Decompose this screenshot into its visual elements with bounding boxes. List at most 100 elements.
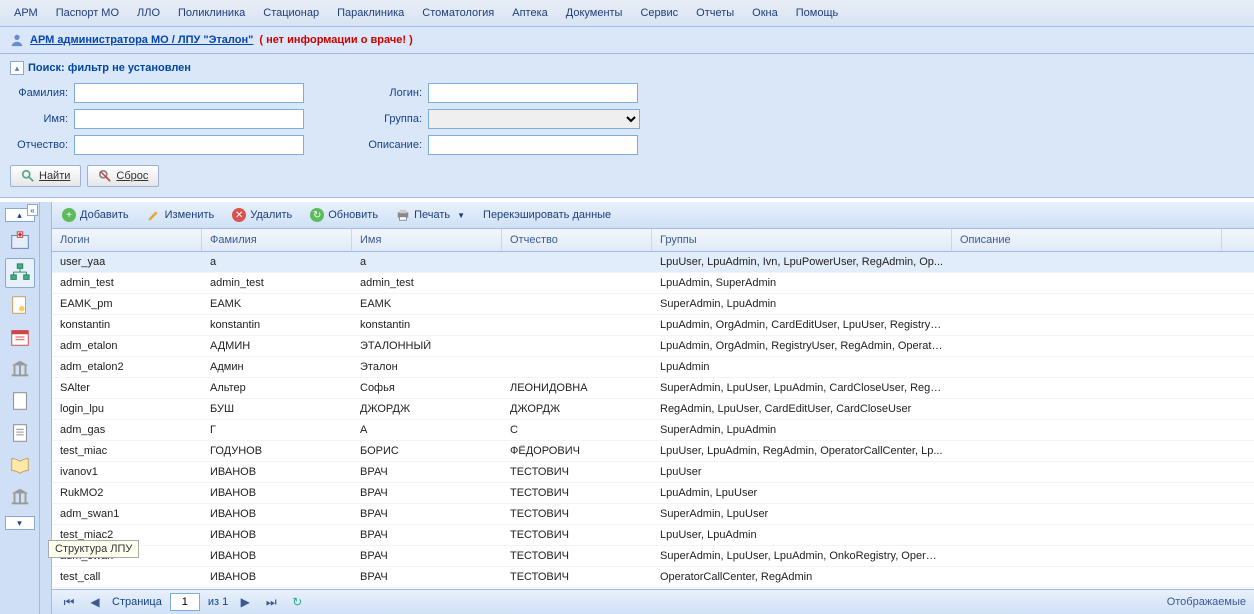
sidebar-bank-icon[interactable] xyxy=(5,354,35,384)
menu-item-7[interactable]: Аптека xyxy=(504,4,556,22)
find-button[interactable]: Найти xyxy=(10,165,81,187)
table-row[interactable]: user_yaaaaLpuUser, LpuAdmin, Ivn, LpuPow… xyxy=(52,252,1254,273)
cell: a xyxy=(202,256,352,268)
col-name[interactable]: Имя xyxy=(352,229,502,251)
cell: ДЖОРДЖ xyxy=(502,403,652,415)
table-row[interactable]: konstantinkonstantinkonstantinLpuAdmin, … xyxy=(52,315,1254,336)
print-button[interactable]: Печать▼ xyxy=(392,206,469,224)
table-row[interactable]: adm_swan1ИВАНОВВРАЧТЕСТОВИЧSuperAdmin, L… xyxy=(52,504,1254,525)
sidebar-openbook-icon[interactable] xyxy=(5,450,35,480)
add-button[interactable]: +Добавить xyxy=(58,206,133,224)
cell: adm_etalon2 xyxy=(52,361,202,373)
sidebar-scroll-down[interactable]: ▾ xyxy=(5,516,35,530)
table-row[interactable]: RukMO2ИВАНОВВРАЧТЕСТОВИЧLpuAdmin, LpuUse… xyxy=(52,483,1254,504)
col-desc[interactable]: Описание xyxy=(952,229,1222,251)
pager: ⏮ ◀ Страница из 1 ▶ ⏭ ↻ Отображаемые xyxy=(52,589,1254,614)
sidebar-doc-icon[interactable] xyxy=(5,418,35,448)
page-prev-icon[interactable]: ◀ xyxy=(86,593,104,611)
menu-item-2[interactable]: ЛЛО xyxy=(129,4,168,22)
search-icon xyxy=(21,169,35,183)
input-familia[interactable] xyxy=(74,83,304,103)
page-last-icon[interactable]: ⏭ xyxy=(262,593,280,611)
sidebar-structure-icon[interactable] xyxy=(5,258,35,288)
cell: ВРАЧ xyxy=(352,487,502,499)
page-input[interactable] xyxy=(170,593,200,611)
col-groups[interactable]: Группы xyxy=(652,229,952,251)
table-row[interactable]: EAMK_pmEAMKEAMKSuperAdmin, LpuAdmin xyxy=(52,294,1254,315)
table-row[interactable]: adm_etalon2АдминЭталонLpuAdmin xyxy=(52,357,1254,378)
page-first-icon[interactable]: ⏮ xyxy=(60,593,78,611)
table-row[interactable]: ivanov1ИВАНОВВРАЧТЕСТОВИЧLpuUser xyxy=(52,462,1254,483)
pager-status: Отображаемые xyxy=(1167,596,1246,608)
cell: test_miac xyxy=(52,445,202,457)
cell: LpuAdmin, SuperAdmin xyxy=(652,277,952,289)
menu-item-1[interactable]: Паспорт МО xyxy=(48,4,127,22)
grid-toolbar: +Добавить Изменить ✕Удалить ↻Обновить Пе… xyxy=(52,202,1254,229)
arm-link[interactable]: АРМ администратора МО / ЛПУ "Эталон" xyxy=(30,34,253,46)
recache-button[interactable]: Перекэшировать данные xyxy=(479,207,615,223)
delete-button[interactable]: ✕Удалить xyxy=(228,206,296,224)
cell: ИВАНОВ xyxy=(202,487,352,499)
menu-item-5[interactable]: Параклиника xyxy=(329,4,412,22)
table-row[interactable]: test_callИВАНОВВРАЧТЕСТОВИЧOperatorCallC… xyxy=(52,567,1254,588)
col-familia[interactable]: Фамилия xyxy=(202,229,352,251)
menu-item-4[interactable]: Стационар xyxy=(255,4,327,22)
cell: ФЁДОРОВИЧ xyxy=(502,445,652,457)
menu-item-11[interactable]: Окна xyxy=(744,4,786,22)
menu-item-9[interactable]: Сервис xyxy=(632,4,686,22)
cell: ИВАНОВ xyxy=(202,571,352,583)
collapse-search-icon[interactable]: ▴ xyxy=(10,61,24,75)
cell: LpuUser xyxy=(652,466,952,478)
col-otchestvo[interactable]: Отчество xyxy=(502,229,652,251)
cell: ВРАЧ xyxy=(352,571,502,583)
cell: ЛЕОНИДОВНА xyxy=(502,382,652,394)
col-login[interactable]: Логин xyxy=(52,229,202,251)
menu-item-8[interactable]: Документы xyxy=(558,4,631,22)
menu-item-10[interactable]: Отчеты xyxy=(688,4,742,22)
page-next-icon[interactable]: ▶ xyxy=(236,593,254,611)
table-row[interactable]: adm_gasГАСSuperAdmin, LpuAdmin xyxy=(52,420,1254,441)
edit-button[interactable]: Изменить xyxy=(143,206,219,224)
cell: adm_etalon xyxy=(52,340,202,352)
menu-item-0[interactable]: АРМ xyxy=(6,4,46,22)
menu-item-3[interactable]: Поликлиника xyxy=(170,4,253,22)
cell: Админ xyxy=(202,361,352,373)
cell: Эталон xyxy=(352,361,502,373)
cell: ТЕСТОВИЧ xyxy=(502,466,652,478)
select-group[interactable] xyxy=(428,109,640,129)
sidebar-bank2-icon[interactable] xyxy=(5,482,35,512)
label-familia: Фамилия: xyxy=(10,87,68,99)
input-name[interactable] xyxy=(74,109,304,129)
doctor-warning: ( нет информации о враче! ) xyxy=(259,34,412,46)
sidebar-page-icon[interactable] xyxy=(5,386,35,416)
sidebar-calendar-icon[interactable] xyxy=(5,322,35,352)
cell: LpuAdmin, OrgAdmin, RegistryUser, RegAdm… xyxy=(652,340,952,352)
input-desc[interactable] xyxy=(428,135,638,155)
cell: adm_gas xyxy=(52,424,202,436)
cell: ВРАЧ xyxy=(352,550,502,562)
label-desc: Описание: xyxy=(364,139,422,151)
table-row[interactable]: SAlterАльтерСофьяЛЕОНИДОВНАSuperAdmin, L… xyxy=(52,378,1254,399)
menu-item-12[interactable]: Помощь xyxy=(788,4,847,22)
sidebar-hospital-icon[interactable] xyxy=(5,226,35,256)
cell: ГОДУНОВ xyxy=(202,445,352,457)
label-name: Имя: xyxy=(10,113,68,125)
input-login[interactable] xyxy=(428,83,638,103)
collapse-sidebar-icon[interactable]: « xyxy=(27,204,38,216)
cell: А xyxy=(352,424,502,436)
cell: ТЕСТОВИЧ xyxy=(502,529,652,541)
table-row[interactable]: test_miac2ИВАНОВВРАЧТЕСТОВИЧLpuUser, Lpu… xyxy=(52,525,1254,546)
cell: ДЖОРДЖ xyxy=(352,403,502,415)
table-row[interactable]: test_miacГОДУНОВБОРИСФЁДОРОВИЧLpuUser, L… xyxy=(52,441,1254,462)
reset-button[interactable]: Сброс xyxy=(87,165,159,187)
sidebar-book-user-icon[interactable] xyxy=(5,290,35,320)
table-row[interactable]: adm_swanИВАНОВВРАЧТЕСТОВИЧSuperAdmin, Lp… xyxy=(52,546,1254,567)
table-row[interactable]: adm_etalonАДМИНЭТАЛОННЫЙLpuAdmin, OrgAdm… xyxy=(52,336,1254,357)
table-row[interactable]: login_lpuБУШДЖОРДЖДЖОРДЖRegAdmin, LpuUse… xyxy=(52,399,1254,420)
page-refresh-icon[interactable]: ↻ xyxy=(288,593,306,611)
cell: ТЕСТОВИЧ xyxy=(502,508,652,520)
refresh-button[interactable]: ↻Обновить xyxy=(306,206,382,224)
table-row[interactable]: admin_testadmin_testadmin_testLpuAdmin, … xyxy=(52,273,1254,294)
menu-item-6[interactable]: Стоматология xyxy=(414,4,502,22)
input-otchestvo[interactable] xyxy=(74,135,304,155)
